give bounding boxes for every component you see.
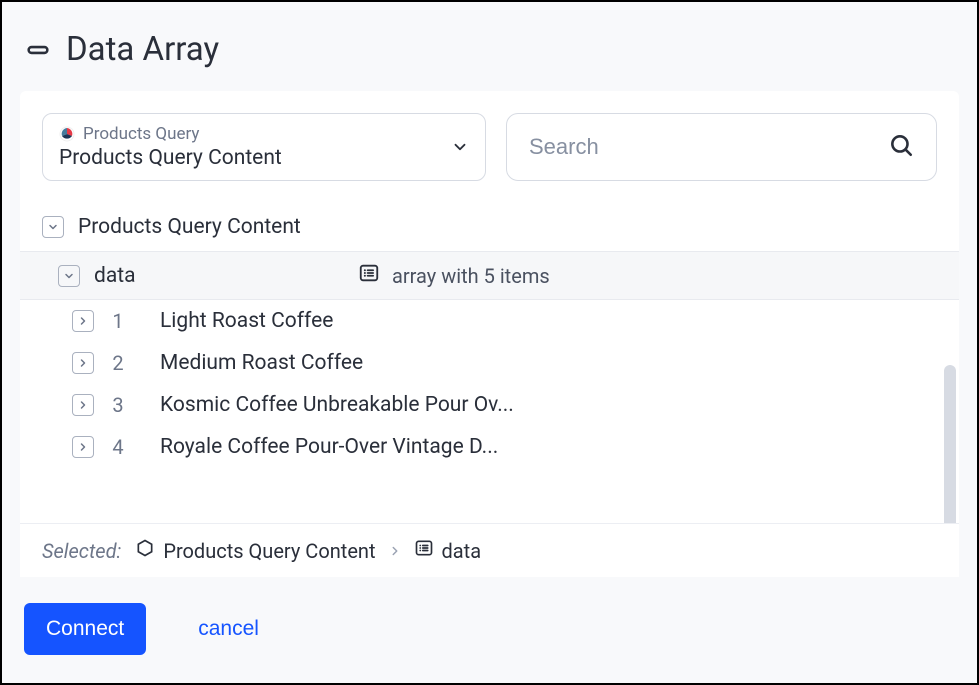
controls-row: Products Query Products Query Content <box>20 91 959 201</box>
cancel-button[interactable]: cancel <box>198 617 259 641</box>
tree-item-row[interactable]: 3 Kosmic Coffee Unbreakable Pour Ov... <box>20 384 959 426</box>
search-icon <box>888 132 914 162</box>
breadcrumb: data <box>414 538 482 563</box>
expand-toggle[interactable] <box>72 352 94 374</box>
dialog-header: Data Array <box>2 2 977 91</box>
expand-toggle[interactable] <box>72 310 94 332</box>
tree-root-row[interactable]: Products Query Content <box>20 201 959 251</box>
tree-item-row[interactable]: 2 Medium Roast Coffee <box>20 342 959 384</box>
item-name: Light Roast Coffee <box>160 309 333 333</box>
item-name: Medium Roast Coffee <box>160 351 363 375</box>
selected-bar: Selected: Products Query Content <box>20 523 959 577</box>
dropdown-label: Products Query <box>83 124 199 144</box>
search-input[interactable] <box>529 134 888 160</box>
hexagon-icon <box>135 538 155 563</box>
product-logo-icon <box>59 126 75 142</box>
list-icon <box>414 538 434 563</box>
tree-item-row[interactable]: 1 Light Roast Coffee <box>20 300 959 342</box>
source-dropdown[interactable]: Products Query Products Query Content <box>42 113 486 181</box>
item-name: Kosmic Coffee Unbreakable Pour Ov... <box>160 393 514 417</box>
dialog-footer: Connect cancel <box>2 577 977 683</box>
scrollbar[interactable] <box>944 365 956 523</box>
chevron-right-icon <box>388 539 402 563</box>
item-index: 2 <box>108 351 128 375</box>
expand-toggle[interactable] <box>72 436 94 458</box>
dropdown-value: Products Query Content <box>59 146 282 170</box>
tree-data-row[interactable]: data array with 5 items <box>20 251 959 300</box>
connect-button[interactable]: Connect <box>24 603 146 655</box>
collapse-toggle[interactable] <box>42 216 64 238</box>
breadcrumb: Products Query Content <box>135 538 375 563</box>
search-box[interactable] <box>506 113 937 181</box>
list-icon <box>358 262 380 289</box>
collapse-toggle[interactable] <box>58 265 80 287</box>
data-tree: Products Query Content data <box>20 201 959 523</box>
link-icon <box>24 36 52 64</box>
tree-root-label: Products Query Content <box>78 215 301 239</box>
item-index: 1 <box>108 309 128 333</box>
array-summary: array with 5 items <box>358 262 550 289</box>
main-panel: Products Query Products Query Content <box>20 91 959 577</box>
item-name: Royale Coffee Pour-Over Vintage D... <box>160 435 498 459</box>
selected-label: Selected: <box>42 539 121 563</box>
item-index: 3 <box>108 393 128 417</box>
tree-item-row[interactable]: 4 Royale Coffee Pour-Over Vintage D... <box>20 426 959 468</box>
dialog-title: Data Array <box>66 30 219 69</box>
tree-data-key: data <box>94 264 344 288</box>
chevron-down-icon <box>451 138 469 156</box>
item-index: 4 <box>108 435 128 459</box>
expand-toggle[interactable] <box>72 394 94 416</box>
